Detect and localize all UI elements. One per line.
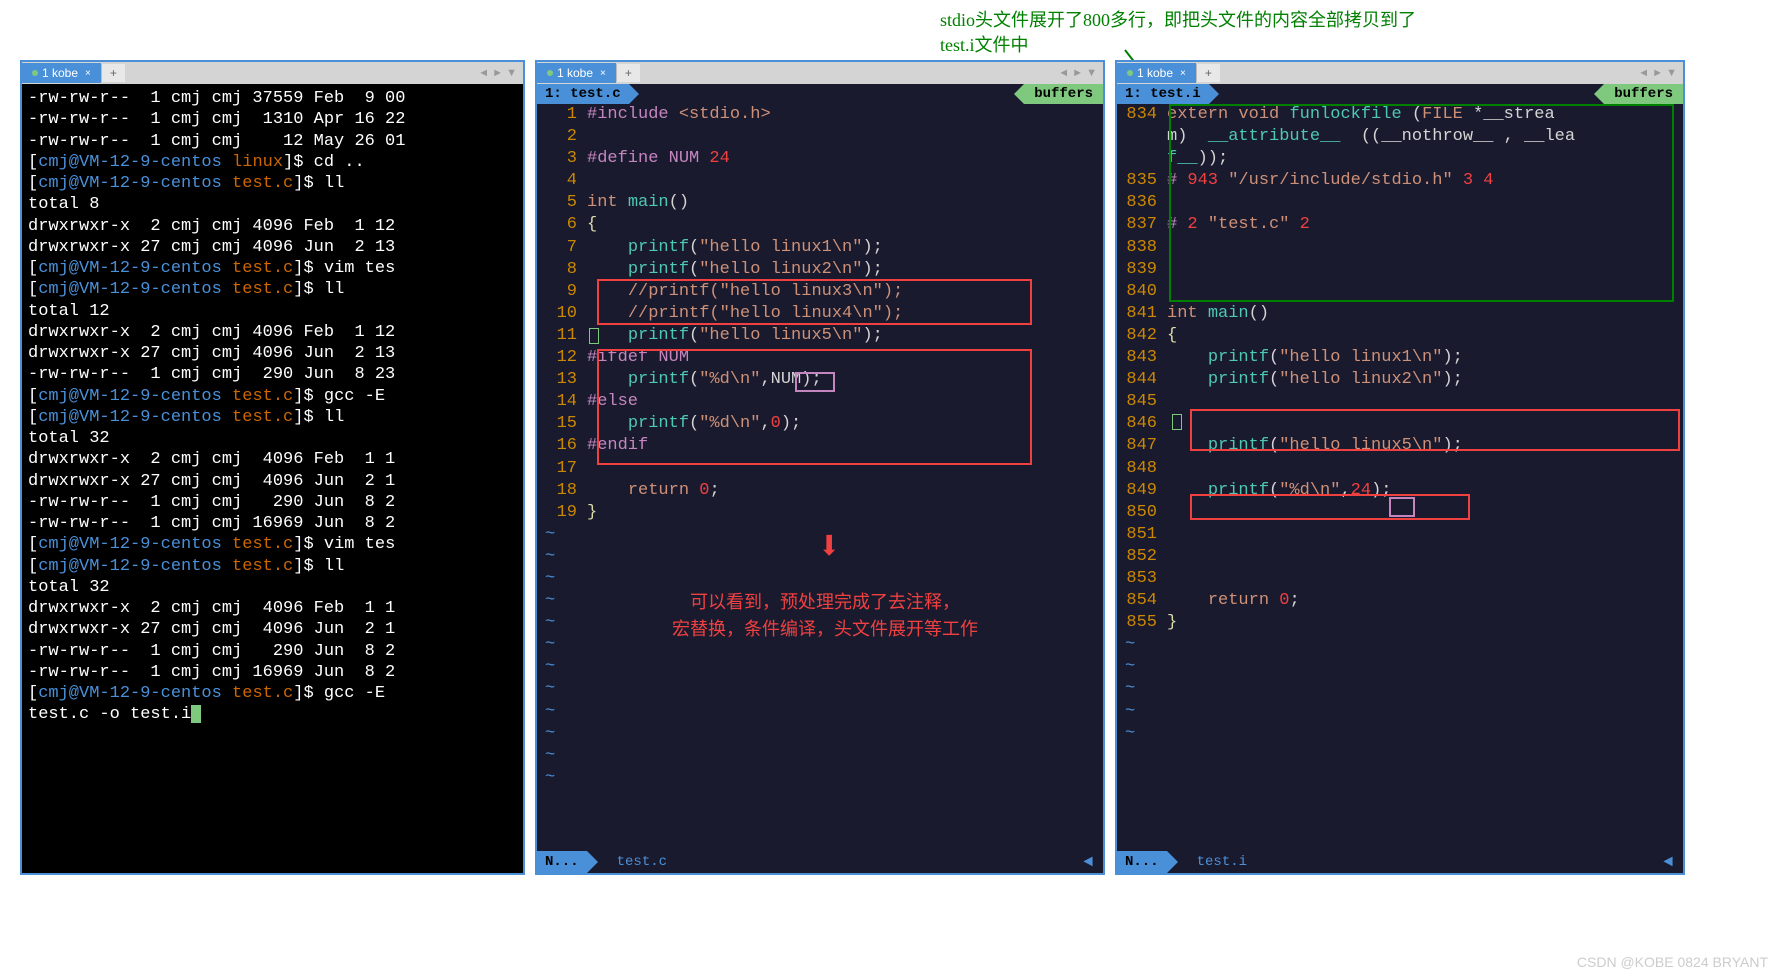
editor-tab-right[interactable]: 1 kobe ×: [1117, 63, 1196, 83]
code-line: 851: [1117, 524, 1683, 546]
watermark: CSDN @KOBE 0824 BRYANT: [1577, 954, 1768, 970]
editor-pane-testc: 1 kobe × + ◄ ► ▼ 1: test.c buffers ⬇ 可以看…: [535, 60, 1105, 875]
annotation-red-line1: 可以看到，预处理完成了去注释，: [672, 589, 978, 616]
top-annotation: stdio头文件展开了800多行，即把头文件的内容全部拷贝到了 test.i文件…: [940, 8, 1416, 58]
code-line: 11 printf("hello linux5\n");: [537, 325, 1103, 347]
code-line: 842{: [1117, 325, 1683, 347]
code-line: 847 printf("hello linux5\n");: [1117, 435, 1683, 457]
editor-pane-testi: 1 kobe × + ◄ ► ▼ 1: test.i buffers 834ex…: [1115, 60, 1685, 875]
filename-label: test.i: [1197, 854, 1247, 870]
code-line: 2: [537, 126, 1103, 148]
code-line: 849 printf("%d\n",24);: [1117, 480, 1683, 502]
editor-content-testc[interactable]: ⬇ 可以看到，预处理完成了去注释， 宏替换，条件编译，头文件展开等工作 1#in…: [537, 104, 1103, 851]
code-line: 6{: [537, 214, 1103, 236]
tab-nav[interactable]: ◄ ► ▼: [1052, 67, 1103, 79]
buffers-label[interactable]: buffers: [1024, 84, 1103, 104]
code-line: 19}: [537, 502, 1103, 524]
annotation-line2: test.i文件中: [940, 33, 1416, 58]
annotation-line1: stdio头文件展开了800多行，即把头文件的内容全部拷贝到了: [940, 8, 1416, 33]
tab-dot-icon: [547, 70, 553, 76]
code-line: 836: [1117, 192, 1683, 214]
code-line: 17: [537, 458, 1103, 480]
buffers-label[interactable]: buffers: [1604, 84, 1683, 104]
close-icon[interactable]: ×: [600, 68, 606, 79]
annotation-red-line2: 宏替换，条件编译，头文件展开等工作: [672, 616, 978, 643]
code-line: 16#endif: [537, 435, 1103, 457]
tab-bar-left: 1 kobe × + ◄ ► ▼: [22, 62, 523, 84]
annotation-text-red: 可以看到，预处理完成了去注释， 宏替换，条件编译，头文件展开等工作: [672, 589, 978, 643]
code-line: f__));: [1117, 148, 1683, 170]
buffer-indicator: 1: test.i: [1117, 84, 1209, 104]
code-line: 837# 2 "test.c" 2: [1117, 214, 1683, 236]
code-line: 10 //printf("hello linux4\n");: [537, 303, 1103, 325]
editor-header: 1: test.i buffers: [1117, 84, 1683, 104]
code-line: 15 printf("%d\n",0);: [537, 413, 1103, 435]
code-line: 4: [537, 170, 1103, 192]
tab-nav[interactable]: ◄ ► ▼: [1632, 67, 1683, 79]
code-line: 13 printf("%d\n",NUM);: [537, 369, 1103, 391]
code-line: 14#else: [537, 391, 1103, 413]
tab-label: 1 kobe: [42, 66, 78, 80]
add-tab-button[interactable]: +: [616, 64, 640, 82]
editor-content-testi[interactable]: 834extern void funlockfile (FILE *__stre…: [1117, 104, 1683, 851]
close-icon[interactable]: ×: [1180, 68, 1186, 79]
code-line: 853: [1117, 568, 1683, 590]
code-line: 12#ifdef NUM: [537, 347, 1103, 369]
tab-nav[interactable]: ◄ ► ▼: [472, 67, 523, 79]
code-line: 844 printf("hello linux2\n");: [1117, 369, 1683, 391]
code-line: 855}: [1117, 612, 1683, 634]
code-line: 5int main(): [537, 192, 1103, 214]
code-line: 18 return 0;: [537, 480, 1103, 502]
code-line: 9 //printf("hello linux3\n");: [537, 281, 1103, 303]
code-line: 835# 943 "/usr/include/stdio.h" 3 4: [1117, 170, 1683, 192]
code-line: 845: [1117, 391, 1683, 413]
mode-indicator: N...: [537, 851, 587, 873]
status-bar-mid: N... test.c ◄: [537, 851, 1103, 873]
code-line: 3#define NUM 24: [537, 148, 1103, 170]
code-line: 850: [1117, 502, 1683, 524]
add-tab-button[interactable]: +: [1196, 64, 1220, 82]
tab-dot-icon: [32, 70, 38, 76]
close-icon[interactable]: ×: [85, 68, 91, 79]
status-arrow-icon: ◄: [1663, 853, 1683, 871]
terminal-output[interactable]: -rw-rw-r-- 1 cmj cmj 37559 Feb 9 00-rw-r…: [22, 84, 523, 730]
code-line: 834extern void funlockfile (FILE *__stre…: [1117, 104, 1683, 126]
mode-indicator: N...: [1117, 851, 1167, 873]
buffer-indicator: 1: test.c: [537, 84, 629, 104]
tab-bar-right: 1 kobe × + ◄ ► ▼: [1117, 62, 1683, 84]
code-line: 843 printf("hello linux1\n");: [1117, 347, 1683, 369]
add-tab-button[interactable]: +: [101, 64, 125, 82]
tab-label: 1 kobe: [557, 66, 593, 80]
code-line: m) __attribute__ ((__nothrow__ , __lea: [1117, 126, 1683, 148]
status-arrow-icon: ◄: [1083, 853, 1103, 871]
terminal-pane: 1 kobe × + ◄ ► ▼ -rw-rw-r-- 1 cmj cmj 37…: [20, 60, 525, 875]
tab-dot-icon: [1127, 70, 1133, 76]
editor-header: 1: test.c buffers: [537, 84, 1103, 104]
code-line: 846: [1117, 413, 1683, 435]
status-bar-right: N... test.i ◄: [1117, 851, 1683, 873]
arrow-down-icon: ⬇: [817, 524, 841, 576]
editor-tab-mid[interactable]: 1 kobe ×: [537, 63, 616, 83]
tab-label: 1 kobe: [1137, 66, 1173, 80]
filename-label: test.c: [617, 854, 667, 870]
code-line: 840: [1117, 281, 1683, 303]
code-line: 852: [1117, 546, 1683, 568]
code-line: 841int main(): [1117, 303, 1683, 325]
code-line: 854 return 0;: [1117, 590, 1683, 612]
code-line: 848: [1117, 458, 1683, 480]
code-line: 7 printf("hello linux1\n");: [537, 237, 1103, 259]
code-line: 839: [1117, 259, 1683, 281]
terminal-tab[interactable]: 1 kobe ×: [22, 63, 101, 83]
code-line: 8 printf("hello linux2\n");: [537, 259, 1103, 281]
code-line: 1#include <stdio.h>: [537, 104, 1103, 126]
code-line: 838: [1117, 237, 1683, 259]
tab-bar-mid: 1 kobe × + ◄ ► ▼: [537, 62, 1103, 84]
